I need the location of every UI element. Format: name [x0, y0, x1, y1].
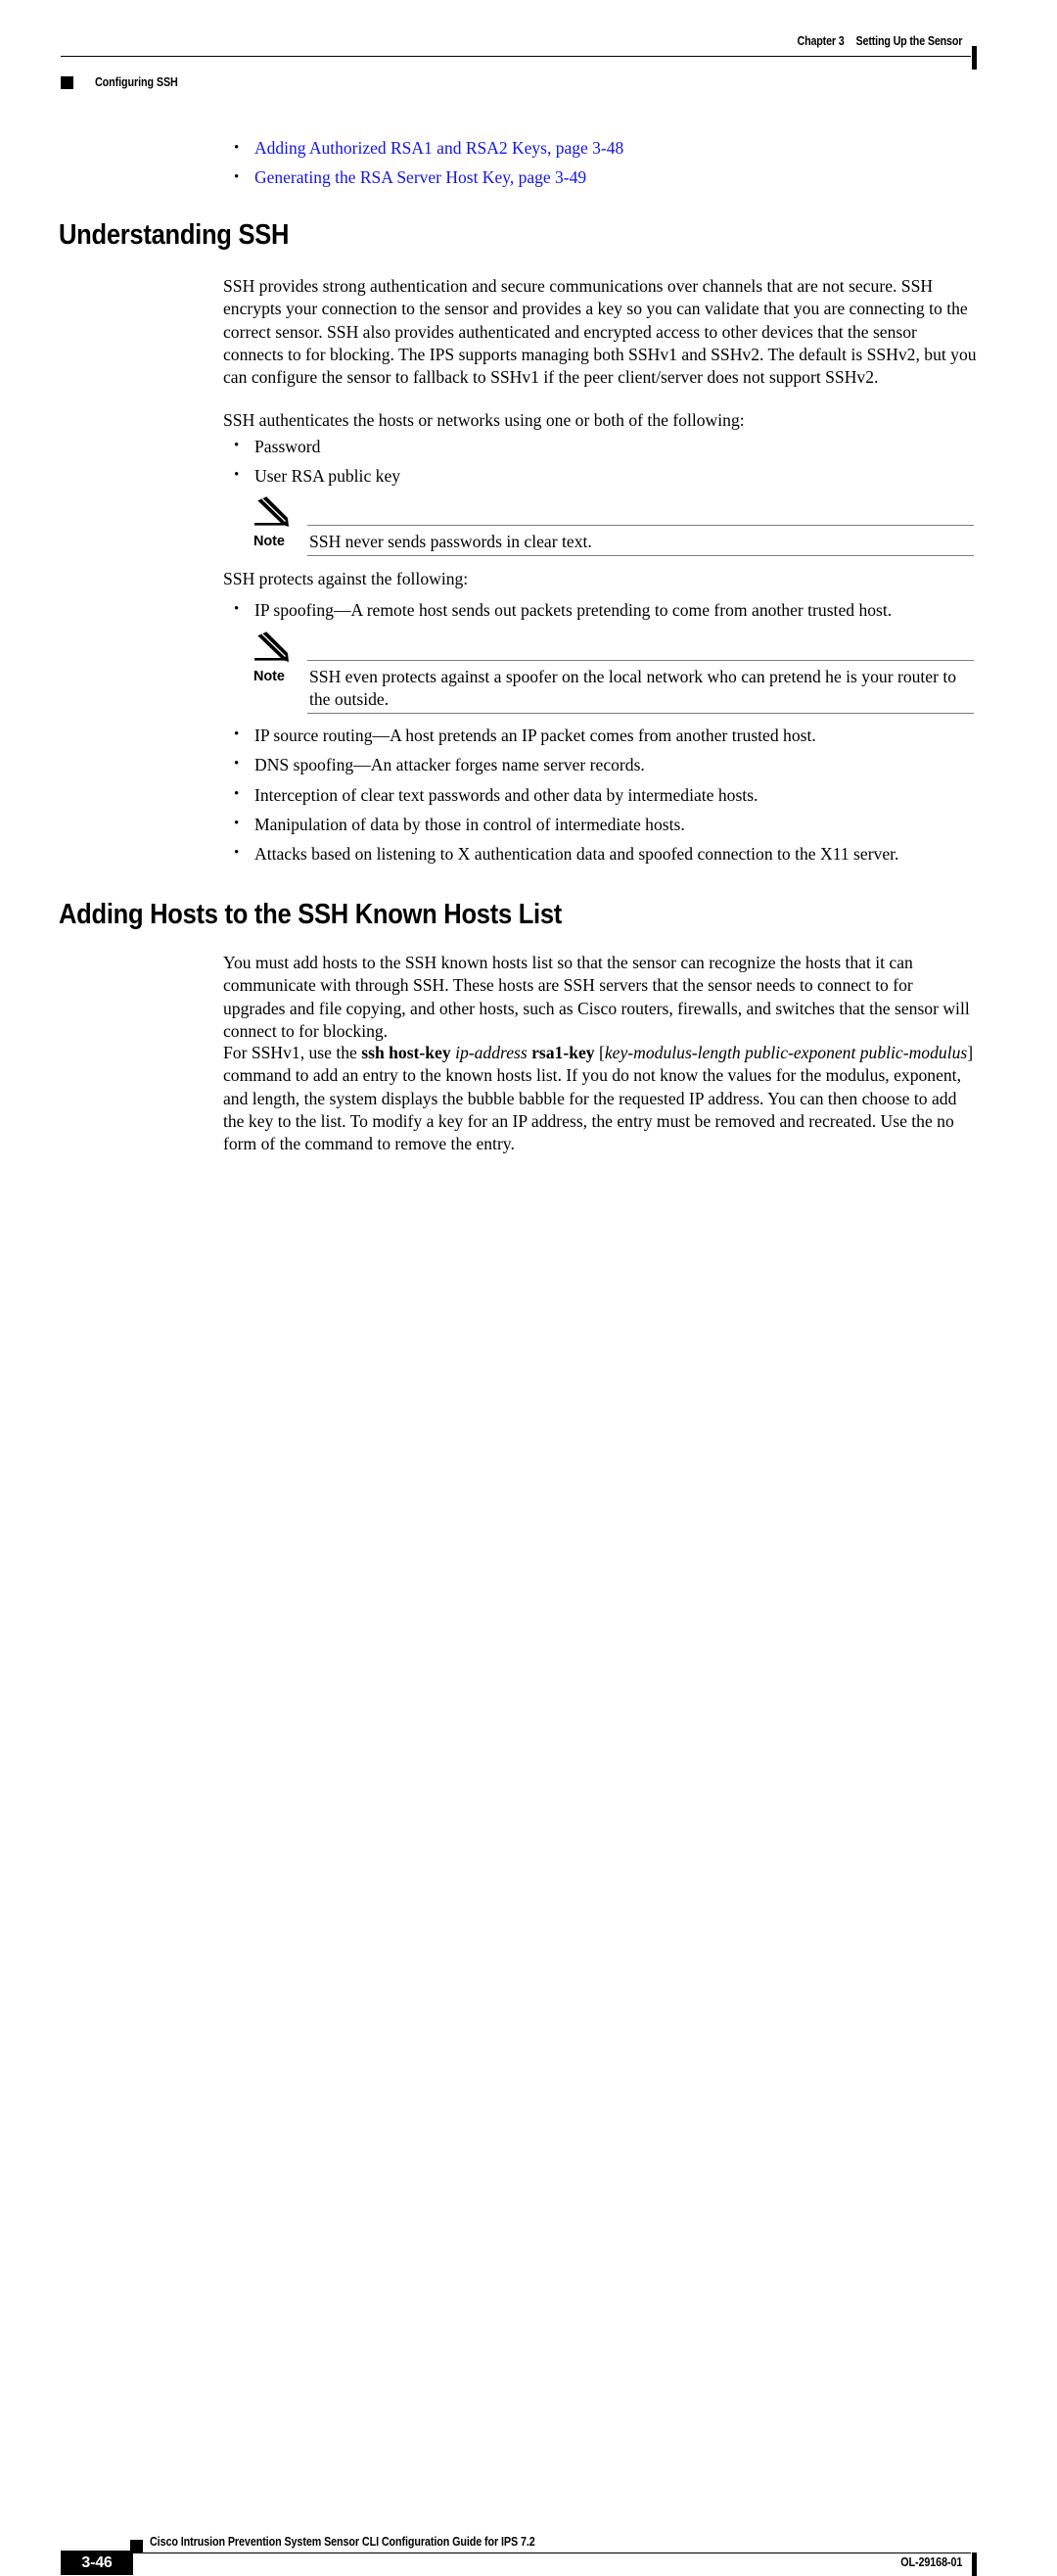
header-chapter-label: Chapter 3 [797, 34, 845, 48]
note-block-spoofer: Note SSH even protects against a spoofer… [223, 630, 979, 714]
pencil-note-icon [254, 494, 294, 530]
paragraph-sshv1-command: For SSHv1, use the ssh host-key ip-addre… [223, 1042, 979, 1155]
header-end-bar [972, 46, 977, 70]
pencil-note-icon [254, 630, 294, 665]
footer-document-id: OL-29168-01 [900, 2555, 962, 2569]
list-item-label: Attacks based on listening to X authenti… [254, 844, 899, 865]
list-bullet-icon: • [234, 467, 240, 484]
list-item: • Interception of clear text passwords a… [223, 784, 979, 807]
list-item: • User RSA public key [223, 465, 979, 488]
note-block-clear-text: Note SSH never sends passwords in clear … [223, 494, 979, 556]
note-top-rule [307, 525, 974, 526]
list-item-label: DNS spoofing—An attacker forges name ser… [254, 755, 645, 775]
header-rule [61, 56, 971, 57]
crossreference-link[interactable]: • Generating the RSA Server Host Key, pa… [223, 163, 977, 192]
paragraph-ssh-overview: SSH provides strong authentication and s… [223, 276, 977, 388]
note-label: Note [253, 669, 285, 684]
crossreference-link-text[interactable]: Generating the RSA Server Host Key, page… [254, 167, 586, 187]
note-label: Note [253, 534, 285, 549]
list-item: • Password [223, 436, 979, 458]
list-bullet-icon: • [234, 785, 240, 802]
list-item-label: Manipulation of data by those in control… [254, 814, 685, 834]
crossreference-link[interactable]: • Adding Authorized RSA1 and RSA2 Keys, … [223, 133, 977, 163]
section-heading-understanding-ssh: Understanding SSH [59, 219, 290, 251]
list-bullet-icon: • [234, 756, 240, 773]
header-chapter-title: Setting Up the Sensor [855, 34, 962, 48]
list-protects-rest: • IP source routing—A host pretends an I… [223, 725, 979, 866]
list-bullet-icon: • [234, 169, 240, 185]
list-bullet-icon: • [234, 726, 240, 742]
document-page: Chapter 3 Setting Up the Sensor Configuri… [0, 0, 1057, 2576]
list-bullet-icon: • [234, 601, 240, 617]
crossreference-link-text[interactable]: Adding Authorized RSA1 and RSA2 Keys, pa… [254, 138, 623, 158]
footer-page-number-box: 3-46 [61, 2551, 133, 2575]
list-protects-first: • IP spoofing—A remote host sends out pa… [223, 599, 979, 629]
note-bottom-rule [307, 555, 974, 556]
bracket-close: ] [967, 1043, 974, 1062]
list-bullet-icon: • [234, 438, 240, 453]
command-name-rsa1-key: rsa1-key [531, 1043, 595, 1062]
crossreference-list: • Adding Authorized RSA1 and RSA2 Keys, … [223, 133, 977, 192]
page-footer: Cisco Intrusion Prevention System Sensor… [0, 1250, 1057, 2576]
footer-end-bar [972, 2553, 977, 2576]
command-lead-text: For SSHv1, use the [223, 1043, 362, 1062]
paragraph-ssh-protects: SSH protects against the following: [223, 569, 469, 588]
command-optional-args: key-modulus-length public-exponent publi… [604, 1043, 968, 1062]
paragraph-ssh-authenticates: SSH authenticates the hosts or networks … [223, 410, 745, 430]
list-bullet-icon: • [234, 815, 240, 831]
list-item-label: IP source routing—A host pretends an IP … [254, 726, 816, 745]
list-bullet-icon: • [234, 845, 240, 862]
footer-page-number: 3-46 [81, 2554, 113, 2571]
header-chapter-info: Chapter 3 Setting Up the Sensor [797, 34, 962, 48]
list-item-label: User RSA public key [254, 466, 401, 487]
list-auth-methods: • Password • User RSA public key [223, 436, 979, 495]
section-heading-adding-hosts: Adding Hosts to the SSH Known Hosts List [59, 899, 563, 930]
header-square-marker-icon [61, 76, 73, 89]
list-item: • Manipulation of data by those in contr… [223, 814, 979, 836]
list-item-label: IP spoofing—A remote host sends out pack… [254, 600, 893, 620]
footer-book-title: Cisco Intrusion Prevention System Sensor… [150, 2535, 535, 2549]
list-item: • IP spoofing—A remote host sends out pa… [223, 599, 979, 622]
list-item: • DNS spoofing—An attacker forges name s… [223, 754, 979, 776]
list-item-label: Password [254, 437, 321, 456]
list-item-label: Interception of clear text passwords and… [254, 784, 758, 805]
header-running-head: Configuring SSH [95, 75, 178, 89]
list-item: • Attacks based on listening to X authen… [223, 843, 979, 866]
note-bottom-rule [307, 713, 974, 714]
command-name-ssh-host-key: ssh host-key [361, 1043, 451, 1062]
page-header: Chapter 3 Setting Up the Sensor Configuri… [0, 29, 1057, 90]
note-text: SSH even protects against a spoofer on t… [309, 667, 957, 710]
command-tail-text: command to add an entry to the known hos… [223, 1065, 961, 1154]
command-arg-ip-address: ip-address [450, 1043, 532, 1062]
list-item: • IP source routing—A host pretends an I… [223, 725, 979, 747]
paragraph-adding-hosts-intro: You must add hosts to the SSH known host… [223, 953, 970, 1041]
list-bullet-icon: • [234, 140, 240, 156]
note-top-rule [307, 660, 974, 661]
bracket-open: [ [594, 1043, 605, 1062]
note-text: SSH never sends passwords in clear text. [309, 532, 592, 551]
